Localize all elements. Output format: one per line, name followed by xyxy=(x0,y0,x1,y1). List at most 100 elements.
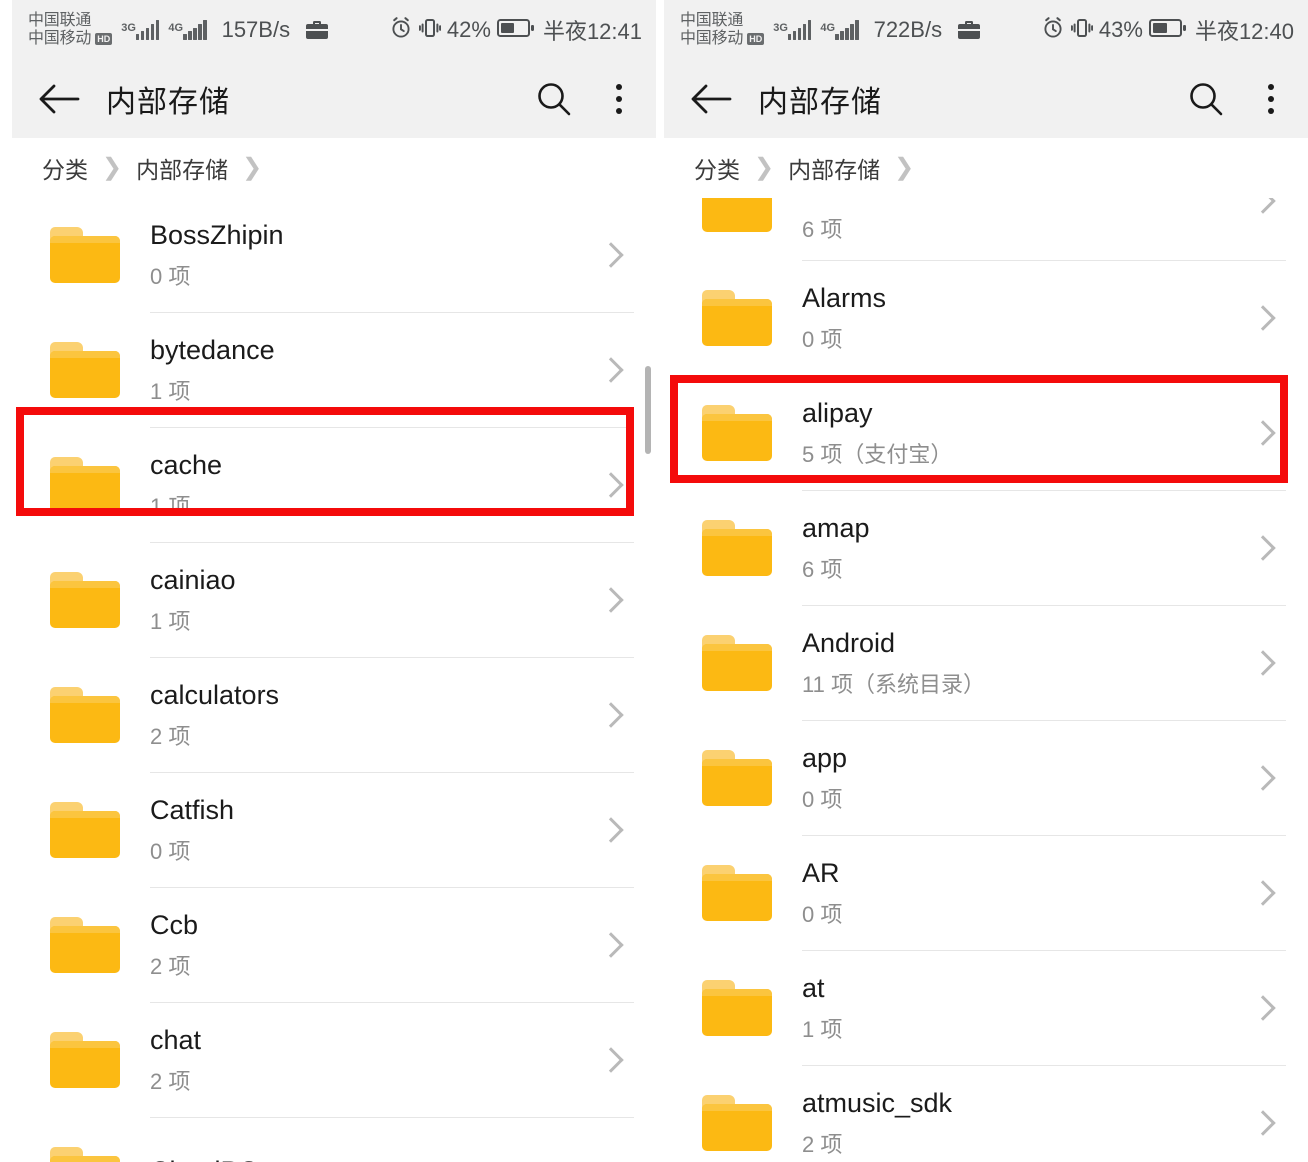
chevron-right-icon: ❯ xyxy=(894,154,915,181)
file-item-text: bytedance 1 项 xyxy=(150,335,594,406)
file-item-name: Alarms xyxy=(802,282,887,313)
file-list-item[interactable]: cainiao 1 项 xyxy=(12,543,656,657)
file-item-text: Catfish 0 项 xyxy=(150,795,594,866)
file-list-item[interactable]: AR 0 项 xyxy=(664,836,1308,950)
chevron-right-icon xyxy=(1246,539,1280,557)
file-list-item[interactable]: Catfish 0 项 xyxy=(12,773,656,887)
file-item-count: 1 项 xyxy=(802,1016,843,1042)
file-list: 6 项 Alarms 0 项 alipay 5 项（支付宝） amap 6 项 Android… xyxy=(664,198,1308,1162)
carrier-row-1: 中国联通 xyxy=(680,12,764,30)
signal-bars-icon-1 xyxy=(135,20,160,40)
file-item-text: AR 0 项 xyxy=(802,858,1246,929)
network-gen-1-label: 3G xyxy=(773,22,788,34)
file-list-item[interactable]: calculators 2 项 xyxy=(12,658,656,772)
breadcrumb: 分类 ❯ 内部存储 ❯ xyxy=(664,138,1308,198)
file-item-count: 0 项 xyxy=(150,838,191,864)
battery-percent-label: 43% xyxy=(1098,17,1143,42)
file-list-item[interactable]: cache 1 项 xyxy=(12,428,656,542)
signal-group-1: 3G xyxy=(773,20,812,40)
chevron-right-icon xyxy=(594,246,628,264)
folder-icon xyxy=(702,865,772,921)
file-item-name: BossZhipin xyxy=(150,219,284,250)
screenshot-root: 中国联通 中国移动 HD 3G 4G 157B/s 42% 半夜12:41 内部… xyxy=(0,0,1308,1162)
chevron-right-icon xyxy=(1246,424,1280,442)
right-phone-panel: 中国联通 中国移动 HD 3G 4G 722B/s 43% 半夜12:40 内部… xyxy=(664,0,1308,1162)
file-item-name: at xyxy=(802,972,825,1003)
overflow-menu-icon[interactable] xyxy=(1258,80,1284,118)
file-item-text: Alarms 0 项 xyxy=(802,283,1246,354)
chevron-right-icon xyxy=(594,591,628,609)
breadcrumb-root[interactable]: 分类 xyxy=(42,151,88,185)
chevron-right-icon xyxy=(1246,769,1280,787)
folder-icon xyxy=(50,687,120,743)
folder-icon xyxy=(702,635,772,691)
file-item-name: Ccb xyxy=(150,909,199,940)
file-list-item[interactable]: Android 11 项（系统目录） xyxy=(664,606,1308,720)
search-icon[interactable] xyxy=(1188,81,1224,117)
folder-icon xyxy=(702,198,772,232)
chevron-right-icon xyxy=(1246,999,1280,1017)
signal-group-2: 4G xyxy=(168,20,207,40)
file-item-name: Catfish xyxy=(150,794,235,825)
file-item-text: Android 11 项（系统目录） xyxy=(802,628,1246,699)
file-list-item[interactable]: bytedance 1 项 xyxy=(12,313,656,427)
file-list-item[interactable]: app 0 项 xyxy=(664,721,1308,835)
file-list-item[interactable]: atmusic_sdk 2 项 xyxy=(664,1066,1308,1162)
file-item-text: alipay 5 项（支付宝） xyxy=(802,398,1246,469)
network-speed-label: 722B/s xyxy=(873,17,943,42)
file-item-name: app xyxy=(802,742,848,773)
file-list-item[interactable]: Ccb 2 项 xyxy=(12,888,656,1002)
carrier-row-1: 中国联通 xyxy=(28,12,112,30)
alarm-icon xyxy=(1041,16,1065,45)
search-icon[interactable] xyxy=(536,81,572,117)
file-item-name: cainiao xyxy=(150,564,236,595)
file-item-text: 6 项 xyxy=(802,198,1246,244)
carrier-2-label: 中国移动 xyxy=(28,30,92,47)
file-item-text: BossZhipin 0 项 xyxy=(150,220,594,291)
file-item-name: chat xyxy=(150,1024,202,1055)
status-bar-left: 中国联通 中国移动 HD 3G 4G 157B/s xyxy=(28,12,329,48)
folder-icon xyxy=(50,1032,120,1088)
file-item-name: CloudPC xyxy=(150,1156,594,1162)
file-item-text: CloudPC xyxy=(150,1156,594,1162)
chevron-right-icon xyxy=(594,361,628,379)
overflow-menu-icon[interactable] xyxy=(606,80,632,118)
file-list-item[interactable]: BossZhipin 0 项 xyxy=(12,198,656,312)
app-bar-actions xyxy=(536,80,632,118)
chevron-right-icon xyxy=(594,1051,628,1069)
file-list-item[interactable]: CloudPC xyxy=(12,1118,656,1162)
chevron-right-icon xyxy=(1246,309,1280,327)
folder-icon xyxy=(50,802,120,858)
file-item-count: 0 项 xyxy=(802,901,843,927)
folder-icon xyxy=(50,1147,120,1162)
page-title: 内部存储 xyxy=(758,86,882,119)
file-list-item[interactable]: Alarms 0 项 xyxy=(664,261,1308,375)
file-item-count: 1 项 xyxy=(150,378,191,404)
file-item-count: 2 项 xyxy=(150,953,191,979)
status-bar-right: 42% 半夜12:41 xyxy=(389,14,642,46)
file-list-item[interactable]: alipay 5 项（支付宝） xyxy=(664,376,1308,490)
file-list-item[interactable]: chat 2 项 xyxy=(12,1003,656,1117)
file-list-container[interactable]: BossZhipin 0 项 bytedance 1 项 cache 1 项 cainiao… xyxy=(12,198,656,1162)
chevron-right-icon: ❯ xyxy=(242,154,263,181)
carrier-1-label: 中国联通 xyxy=(28,12,92,30)
page-title: 内部存储 xyxy=(106,86,230,119)
battery-icon xyxy=(496,17,535,44)
breadcrumb-current[interactable]: 内部存储 xyxy=(788,151,880,185)
file-item-text: calculators 2 项 xyxy=(150,680,594,751)
chevron-right-icon xyxy=(594,821,628,839)
back-arrow-icon[interactable] xyxy=(38,82,80,116)
file-list-item[interactable]: amap 6 项 xyxy=(664,491,1308,605)
back-arrow-icon[interactable] xyxy=(690,82,732,116)
vibrate-icon xyxy=(1070,16,1093,45)
file-list-item[interactable]: 6 项 xyxy=(664,198,1308,260)
folder-icon xyxy=(702,405,772,461)
file-item-name: bytedance xyxy=(150,334,275,365)
file-list-container[interactable]: 6 项 Alarms 0 项 alipay 5 项（支付宝） amap 6 项 Android… xyxy=(664,198,1308,1162)
scrollbar-thumb[interactable] xyxy=(645,366,651,454)
breadcrumb-current[interactable]: 内部存储 xyxy=(136,151,228,185)
file-list-item[interactable]: at 1 项 xyxy=(664,951,1308,1065)
folder-icon xyxy=(702,1095,772,1151)
breadcrumb-root[interactable]: 分类 xyxy=(694,151,740,185)
battery-percent-label: 42% xyxy=(446,17,491,42)
